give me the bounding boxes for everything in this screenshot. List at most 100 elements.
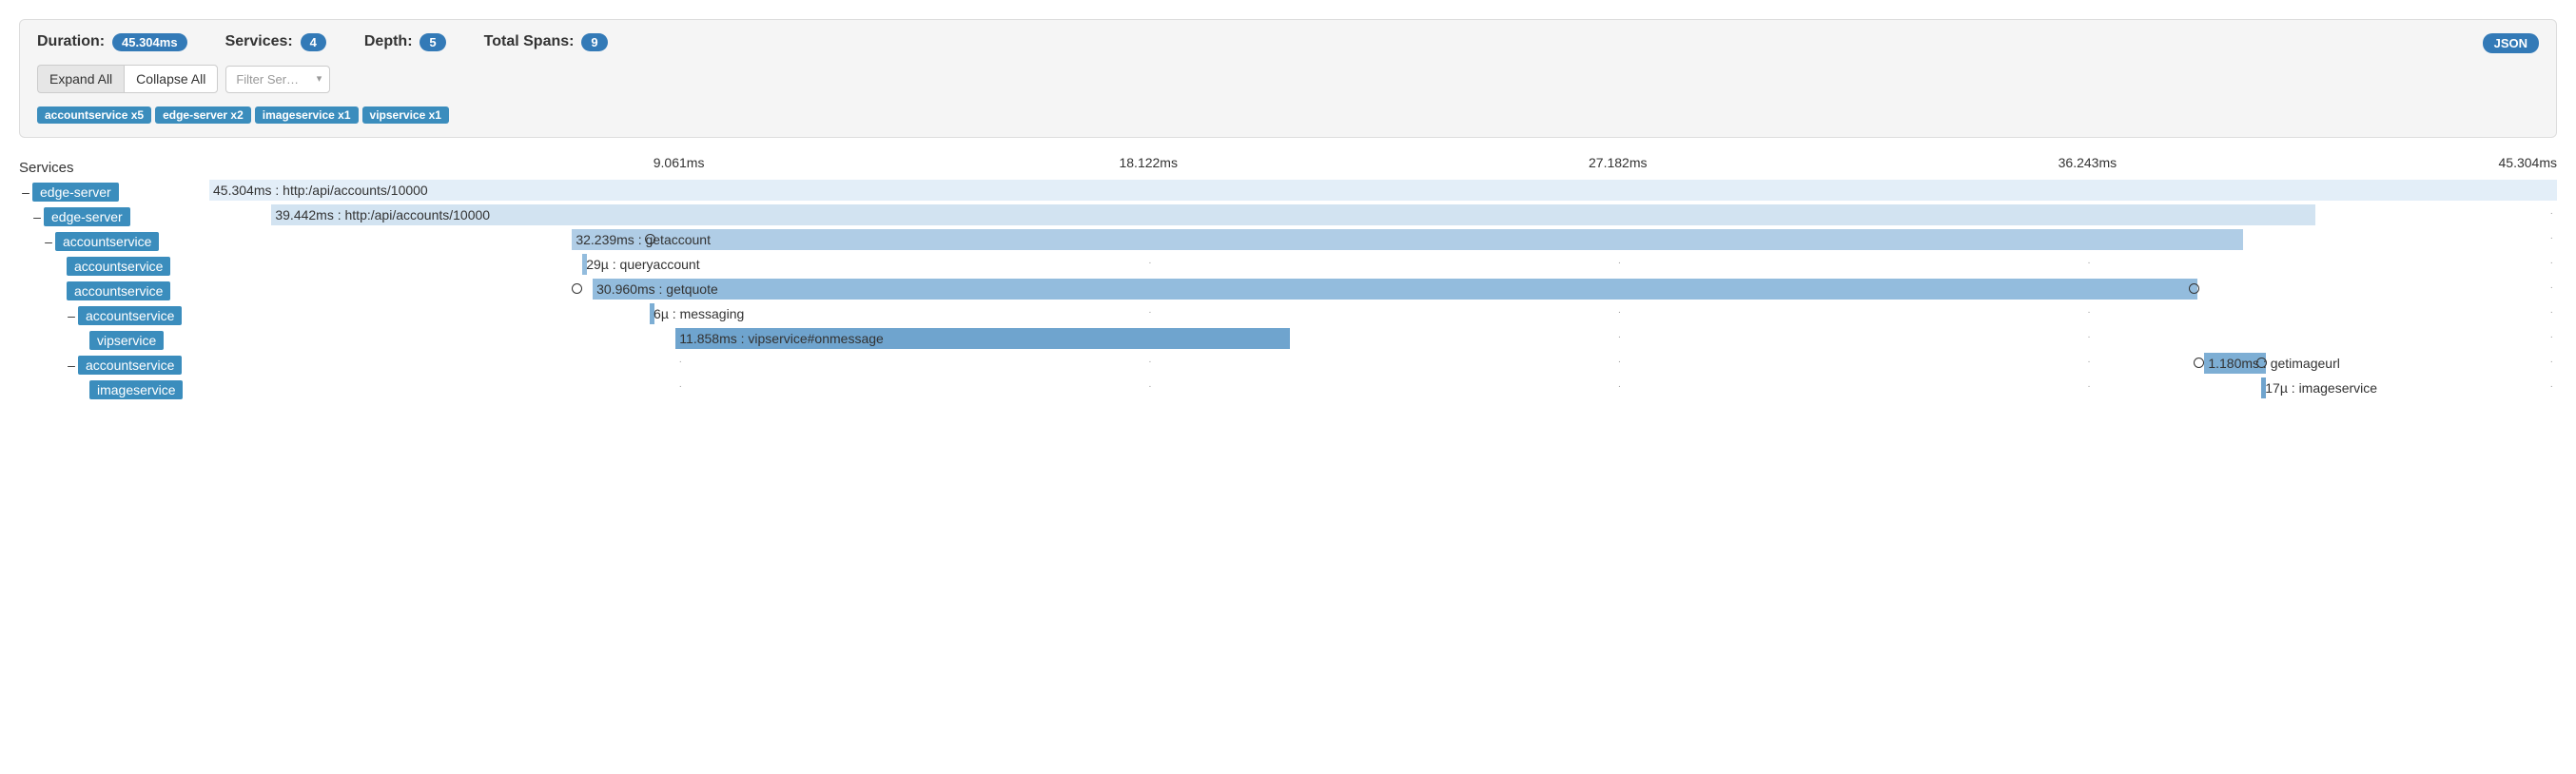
span-chart-cell: ·····39.442ms : http:/api/accounts/10000 [209, 204, 2557, 229]
span-service-label[interactable]: edge-server [44, 207, 130, 226]
service-count-badge[interactable]: vipservice x1 [362, 106, 449, 124]
span-row: accountservice·····29µ : queryaccount [19, 254, 2557, 279]
controls-row: Expand All Collapse All Filter Ser… [37, 65, 2539, 93]
time-tick: 36.243ms [2059, 155, 2117, 170]
grid-dot: · [2550, 286, 2554, 290]
grid-dot: · [2087, 311, 2091, 315]
timeline: Services 9.061ms18.122ms27.182ms36.243ms… [19, 155, 2557, 402]
json-button[interactable]: JSON [2483, 33, 2539, 53]
span-bar-label: 6µ : messaging [654, 306, 744, 321]
grid-dot: · [2087, 261, 2091, 265]
grid-dot: · [1148, 385, 1152, 389]
span-service-label[interactable]: accountservice [67, 257, 170, 276]
service-count-badge[interactable]: edge-server x2 [155, 106, 251, 124]
span-service-cell: vipservice [19, 328, 209, 353]
span-service-cell: –accountservice [19, 229, 209, 254]
grid-dot: · [2087, 360, 2091, 364]
span-service-label[interactable]: vipservice [89, 331, 164, 350]
collapse-toggle[interactable]: – [42, 234, 55, 249]
services-badge: 4 [301, 33, 326, 51]
span-service-cell: –edge-server [19, 180, 209, 204]
span-bar[interactable]: 39.442ms : http:/api/accounts/10000 [271, 204, 2315, 225]
span-chart-cell: ·····32.239ms : getaccount [209, 229, 2557, 254]
collapse-all-button[interactable]: Collapse All [124, 65, 218, 93]
grid-dot: · [1148, 261, 1152, 265]
service-count-badge[interactable]: imageservice x1 [255, 106, 359, 124]
grid-dot: · [1618, 336, 1622, 339]
span-chart-cell: ·····1.180ms : getimageurl [209, 353, 2557, 377]
grid-dot: · [2550, 237, 2554, 241]
depth-label: Depth: [364, 33, 413, 49]
span-row: imageservice·····17µ : imageservice [19, 377, 2557, 402]
span-rows: –edge-server·····45.304ms : http:/api/ac… [19, 180, 2557, 402]
span-row: –edge-server·····39.442ms : http:/api/ac… [19, 204, 2557, 229]
span-service-cell: accountservice [19, 279, 209, 303]
span-service-cell: –accountservice [19, 303, 209, 328]
expand-collapse-group: Expand All Collapse All [37, 65, 218, 93]
span-bar[interactable]: 17µ : imageservice [2261, 377, 2266, 398]
span-bar[interactable]: 32.239ms : getaccount [572, 229, 2242, 250]
span-service-label[interactable]: accountservice [78, 356, 182, 375]
grid-dot: · [1618, 360, 1622, 364]
span-service-label[interactable]: accountservice [55, 232, 159, 251]
span-row: vipservice·····11.858ms : vipservice#onm… [19, 328, 2557, 353]
span-chart-cell: ·····6µ : messaging [209, 303, 2557, 328]
span-service-cell: –accountservice [19, 353, 209, 377]
grid-dot: · [2550, 212, 2554, 216]
span-bar[interactable]: 45.304ms : http:/api/accounts/10000 [209, 180, 2557, 201]
time-tick: 18.122ms [1119, 155, 1177, 170]
time-tick: 45.304ms [2499, 155, 2557, 170]
services-label: Services: [225, 33, 293, 49]
annotation-marker-icon [2189, 283, 2199, 294]
total-spans-metric: Total Spans: 9 [484, 33, 608, 51]
span-service-label[interactable]: accountservice [78, 306, 182, 325]
collapse-toggle[interactable]: – [19, 184, 32, 200]
grid-dot: · [679, 360, 683, 364]
grid-dot: · [1148, 360, 1152, 364]
span-row: –edge-server·····45.304ms : http:/api/ac… [19, 180, 2557, 204]
duration-metric: Duration: 45.304ms [37, 33, 187, 51]
metrics-row: Duration: 45.304ms Services: 4 Depth: 5 … [37, 33, 2539, 51]
grid-dot: · [2550, 336, 2554, 339]
span-bar[interactable]: 6µ : messaging [650, 303, 654, 324]
depth-metric: Depth: 5 [364, 33, 446, 51]
grid-dot: · [2087, 336, 2091, 339]
grid-dot: · [2550, 261, 2554, 265]
grid-dot: · [2550, 385, 2554, 389]
span-bar[interactable]: 11.858ms : vipservice#onmessage [675, 328, 1290, 349]
time-tick: 9.061ms [654, 155, 705, 170]
span-service-label[interactable]: accountservice [67, 281, 170, 300]
grid-dot: · [1148, 311, 1152, 315]
grid-dot: · [1618, 311, 1622, 315]
filter-service-select[interactable]: Filter Ser… [225, 66, 330, 93]
span-row: –accountservice·····6µ : messaging [19, 303, 2557, 328]
span-chart-cell: ·····30.960ms : getquote [209, 279, 2557, 303]
expand-all-button[interactable]: Expand All [37, 65, 124, 93]
span-chart-cell: ·····29µ : queryaccount [209, 254, 2557, 279]
span-bar-label: 1.180ms : getimageurl [2208, 356, 2340, 371]
span-bar-label: 45.304ms : http:/api/accounts/10000 [213, 183, 428, 198]
span-bar-label: 17µ : imageservice [2265, 380, 2377, 396]
span-service-label[interactable]: edge-server [32, 183, 119, 202]
total-spans-label: Total Spans: [484, 33, 575, 49]
span-chart-cell: ·····45.304ms : http:/api/accounts/10000 [209, 180, 2557, 204]
service-count-badge[interactable]: accountservice x5 [37, 106, 151, 124]
span-service-label[interactable]: imageservice [89, 380, 183, 399]
duration-label: Duration: [37, 33, 105, 49]
span-row: accountservice·····30.960ms : getquote [19, 279, 2557, 303]
collapse-toggle[interactable]: – [65, 358, 78, 373]
timeline-ticks: 9.061ms 18.122ms 27.182ms 36.243ms 45.304ms [209, 155, 2557, 180]
span-bar-label: 39.442ms : http:/api/accounts/10000 [275, 207, 490, 223]
span-bar[interactable]: 30.960ms : getquote [593, 279, 2197, 300]
span-bar-label: 30.960ms : getquote [596, 281, 718, 297]
collapse-toggle[interactable]: – [30, 209, 44, 224]
summary-panel: JSON Duration: 45.304ms Services: 4 Dept… [19, 19, 2557, 138]
time-tick: 27.182ms [1589, 155, 1647, 170]
span-chart-cell: ·····17µ : imageservice [209, 377, 2557, 402]
span-service-cell: accountservice [19, 254, 209, 279]
grid-dot: · [2550, 311, 2554, 315]
depth-badge: 5 [420, 33, 445, 51]
span-bar-label: 29µ : queryaccount [586, 257, 699, 272]
span-bar[interactable]: 29µ : queryaccount [582, 254, 587, 275]
collapse-toggle[interactable]: – [65, 308, 78, 323]
